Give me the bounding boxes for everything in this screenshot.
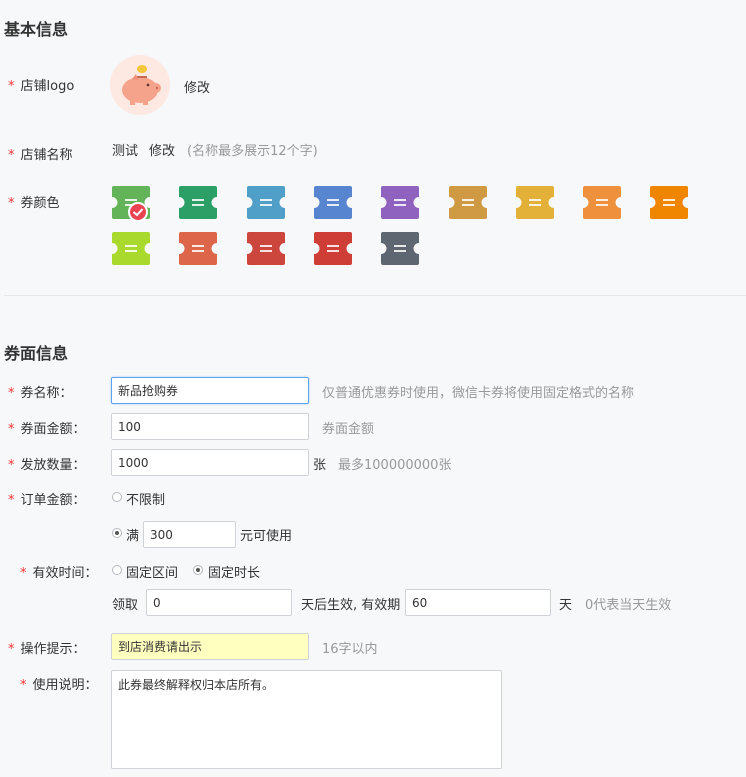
ticket-icon bbox=[247, 232, 285, 265]
shop-name-modify-link[interactable]: 修改 bbox=[149, 140, 175, 159]
shop-name-label: * 店铺名称 bbox=[8, 148, 73, 163]
coupon-color-swatch[interactable] bbox=[381, 186, 419, 219]
ticket-icon bbox=[381, 232, 419, 265]
valid-duration-label: 固定时长 bbox=[208, 566, 261, 581]
coupon-amount-input[interactable] bbox=[111, 413, 309, 440]
valid-days-input[interactable] bbox=[405, 589, 551, 616]
logo-modify-link[interactable]: 修改 bbox=[184, 77, 210, 96]
coupon-color-swatch[interactable] bbox=[314, 186, 352, 219]
order-unlimited-label: 不限制 bbox=[126, 493, 166, 508]
ticket-icon bbox=[247, 186, 285, 219]
coupon-color-swatch[interactable] bbox=[314, 232, 352, 265]
shop-name-value: 测试 bbox=[112, 144, 139, 159]
ticket-icon bbox=[179, 186, 217, 219]
coupon-color-label: * 券颜色 bbox=[8, 196, 60, 211]
issue-qty-label: * 发放数量： bbox=[8, 458, 86, 473]
usage-desc-textarea[interactable]: 此券最终解释权归本店所有。 bbox=[111, 670, 502, 769]
coupon-color-swatch[interactable] bbox=[449, 186, 487, 219]
valid-range-label: 固定区间 bbox=[126, 566, 179, 581]
ticket-icon bbox=[112, 232, 150, 265]
ticket-icon bbox=[516, 186, 554, 219]
coupon-name-label: * 券名称： bbox=[8, 386, 73, 401]
coupon-color-swatch[interactable] bbox=[650, 186, 688, 219]
operation-tip-label: * 操作提示： bbox=[8, 642, 86, 657]
order-unlimited-radio[interactable] bbox=[112, 492, 122, 502]
section-title-coupon: 券面信息 bbox=[4, 344, 69, 363]
ticket-icon bbox=[381, 186, 419, 219]
operation-tip-input[interactable] bbox=[111, 633, 309, 660]
receive-days-input[interactable] bbox=[146, 589, 292, 616]
issue-qty-unit: 张 bbox=[313, 458, 327, 473]
valid-duration-radio[interactable] bbox=[193, 565, 203, 575]
valid-days-unit: 天 bbox=[559, 598, 573, 613]
ticket-icon bbox=[314, 186, 352, 219]
order-full-label: 满 bbox=[126, 529, 140, 544]
valid-range-radio[interactable] bbox=[112, 565, 122, 575]
valid-days-hint: 0代表当天生效 bbox=[585, 598, 672, 613]
coupon-color-swatch[interactable] bbox=[179, 186, 217, 219]
receive-mid-text: 天后生效, 有效期 bbox=[301, 598, 401, 613]
ticket-icon bbox=[583, 186, 621, 219]
shop-logo bbox=[110, 55, 170, 115]
coupon-amount-hint: 券面金额 bbox=[322, 422, 375, 437]
coupon-name-input[interactable] bbox=[111, 377, 309, 404]
order-full-suffix: 元可使用 bbox=[240, 529, 293, 544]
order-amount-label: * 订单金额： bbox=[8, 493, 86, 508]
ticket-icon bbox=[650, 186, 688, 219]
coupon-color-swatch[interactable] bbox=[516, 186, 554, 219]
ticket-icon bbox=[179, 232, 217, 265]
coupon-name-hint: 仅普通优惠券时使用，微信卡券将使用固定格式的名称 bbox=[322, 386, 635, 401]
shop-name-hint: (名称最多展示12个字) bbox=[187, 144, 318, 159]
checkmark-icon bbox=[128, 202, 148, 222]
issue-qty-hint: 最多100000000张 bbox=[338, 458, 452, 473]
receive-prefix: 领取 bbox=[112, 598, 139, 613]
coupon-color-swatch[interactable] bbox=[247, 186, 285, 219]
usage-desc-label: * 使用说明： bbox=[20, 678, 98, 693]
section-divider bbox=[4, 295, 746, 296]
logo-label: * 店铺logo bbox=[8, 79, 75, 94]
piggy-bank-icon bbox=[122, 65, 161, 105]
valid-time-label: * 有效时间： bbox=[20, 566, 98, 581]
coupon-color-swatch[interactable] bbox=[583, 186, 621, 219]
coupon-color-swatch[interactable] bbox=[112, 186, 150, 222]
coupon-color-swatch[interactable] bbox=[381, 232, 419, 265]
ticket-icon bbox=[314, 232, 352, 265]
section-title-basic: 基本信息 bbox=[4, 20, 69, 39]
coupon-amount-label: * 券面金额： bbox=[8, 422, 86, 437]
coupon-color-swatch[interactable] bbox=[247, 232, 285, 265]
operation-tip-hint: 16字以内 bbox=[322, 642, 378, 657]
ticket-icon bbox=[449, 186, 487, 219]
order-full-input[interactable] bbox=[143, 521, 236, 548]
coupon-color-swatch[interactable] bbox=[112, 232, 150, 265]
coupon-color-swatch[interactable] bbox=[179, 232, 217, 265]
issue-qty-input[interactable] bbox=[111, 449, 309, 476]
order-full-radio[interactable] bbox=[112, 528, 122, 538]
